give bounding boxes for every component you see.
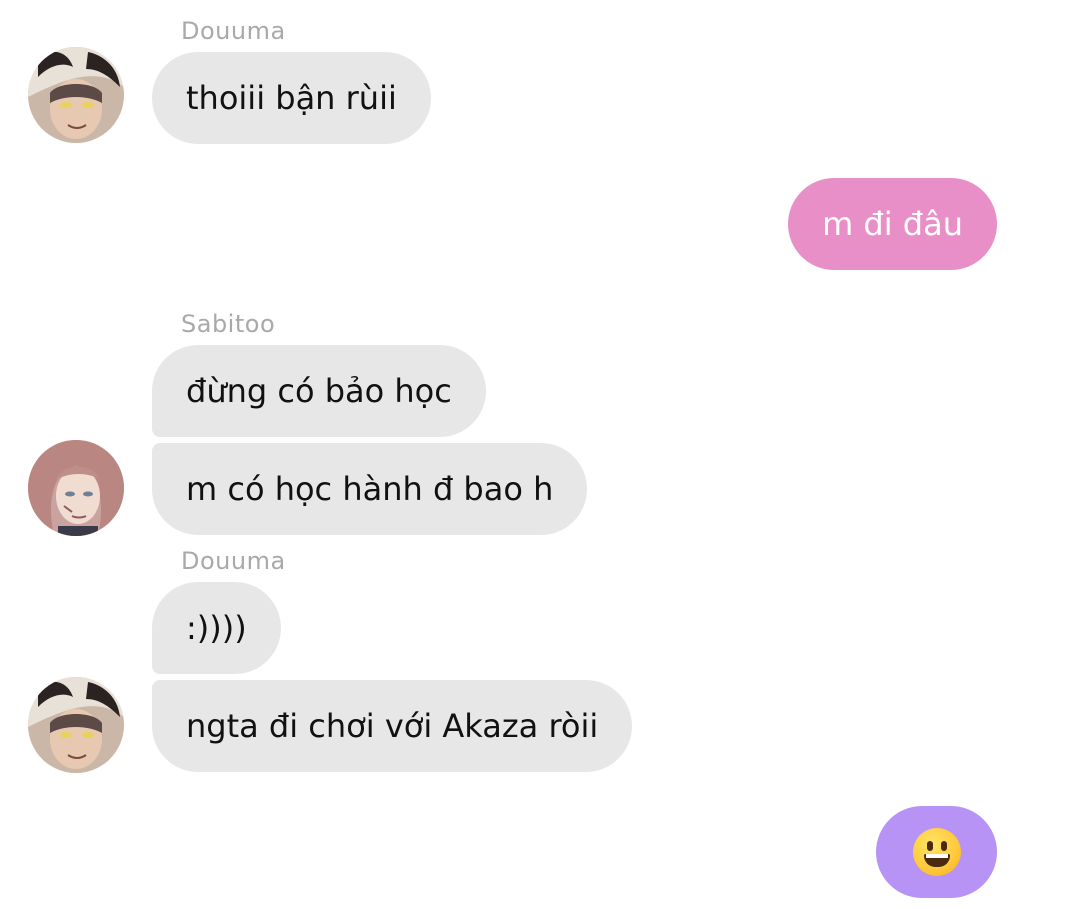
sender-name-sabitoo: Sabitoo [181,310,276,338]
message-text: :)))) [186,609,247,647]
avatar-sabitoo[interactable] [28,440,124,536]
avatar-sabitoo-image [28,440,124,536]
message-bubble[interactable]: ngta đi chơi với Akaza ròii [152,680,633,772]
message-bubble[interactable]: đừng có bảo học [152,345,486,437]
avatar-douuma-image [28,47,124,143]
outgoing-message-bubble[interactable]: m đi đâu [788,178,997,270]
message-text: đừng có bảo học [186,372,452,410]
sender-name-douuma: Douuma [181,547,286,575]
emoji-send-button[interactable] [876,806,997,898]
message-bubble[interactable]: :)))) [152,582,281,674]
message-text: ngta đi chơi với Akaza ròii [186,707,599,745]
avatar-douuma[interactable] [28,677,124,773]
message-text: m đi đâu [822,205,963,243]
message-bubble[interactable]: thoiii bận rùii [152,52,431,144]
grinning-face-emoji-icon [912,828,961,876]
message-text: m có học hành đ bao h [186,470,554,508]
sender-name-douuma: Douuma [181,17,286,45]
message-text: thoiii bận rùii [186,79,397,117]
avatar-douuma[interactable] [28,47,124,143]
avatar-douuma-image [28,677,124,773]
message-bubble[interactable]: m có học hành đ bao h [152,443,588,535]
